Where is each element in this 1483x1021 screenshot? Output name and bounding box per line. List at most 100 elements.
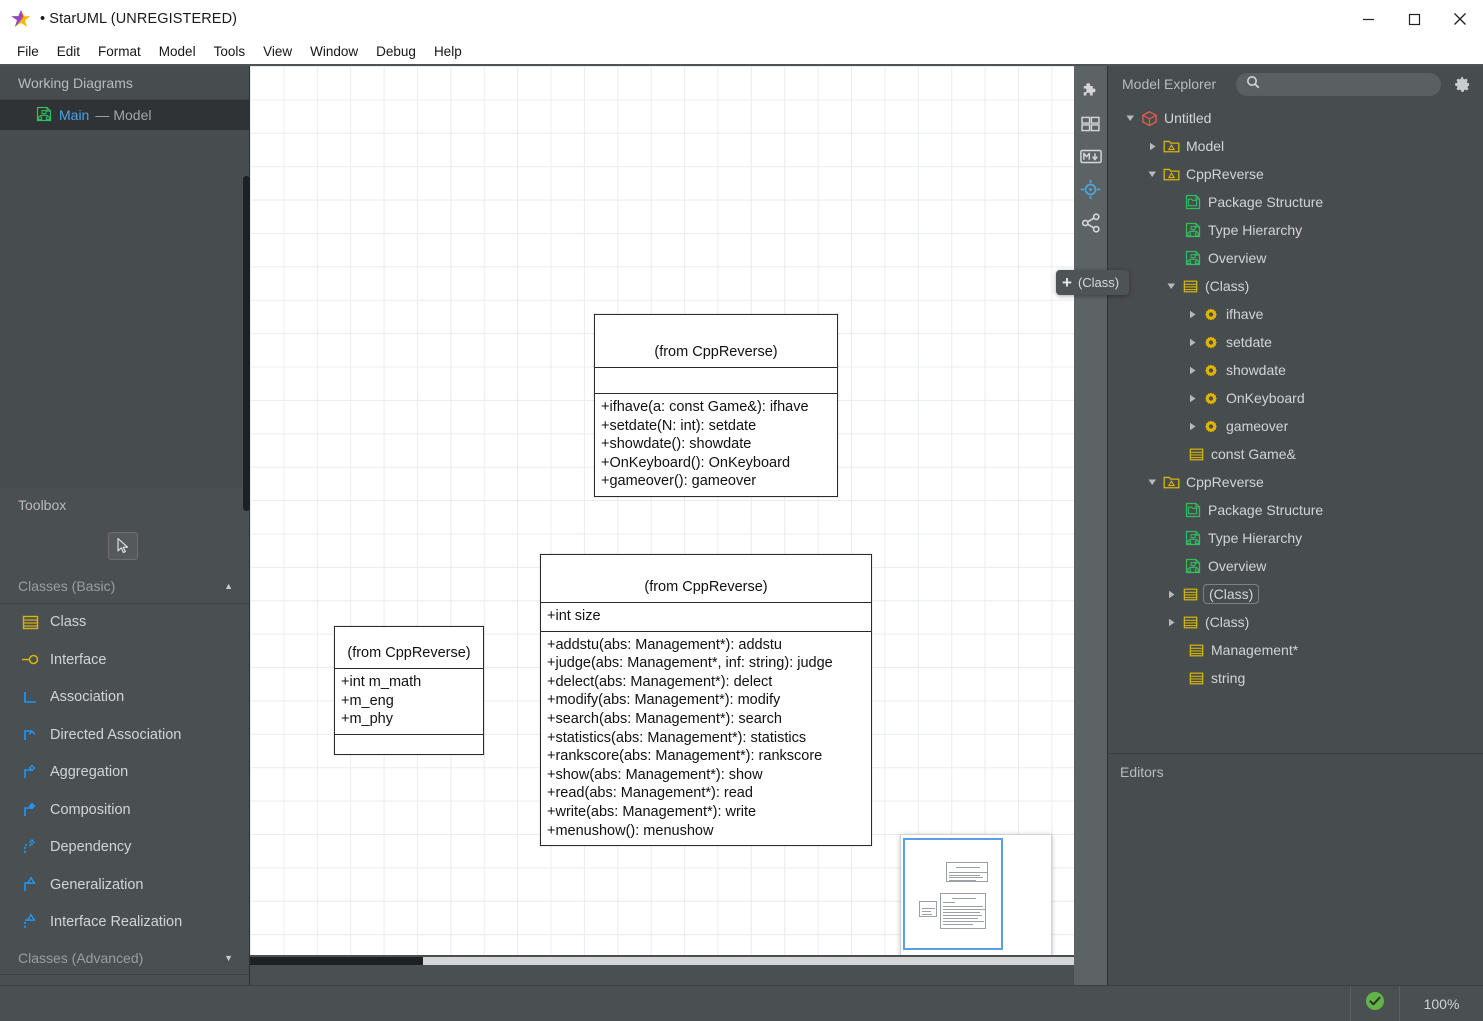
search-input[interactable] (1267, 77, 1431, 91)
class-operations-compartment: +ifhave(a: const Game&): ifhave +setdate… (595, 394, 837, 496)
chevron-down-icon: ▼ (224, 952, 233, 963)
operation-icon (1200, 419, 1222, 433)
chevron-down-icon[interactable] (1122, 114, 1138, 123)
diagram-item-main[interactable]: Main — Model (0, 100, 249, 130)
title-bar: • StarUML (UNREGISTERED) (0, 0, 1483, 38)
tree-node-management-ptr[interactable]: Management* (1108, 636, 1483, 664)
menu-model[interactable]: Model (150, 41, 205, 62)
chevron-right-icon[interactable] (1184, 338, 1200, 347)
class-icon (1179, 587, 1201, 602)
operation-row: +gameover(): gameover (601, 473, 757, 490)
tree-node-class-3[interactable]: (Class) (1108, 608, 1483, 636)
tree-node-package-structure-2[interactable]: Package Structure (1108, 496, 1483, 524)
tool-generalization[interactable]: Generalization (0, 866, 249, 904)
tree-node-label: Type Hierarchy (1208, 222, 1303, 238)
tree-node-onkeyboard[interactable]: OnKeyboard (1108, 384, 1483, 412)
target-crosshair-icon[interactable] (1074, 173, 1107, 206)
model-explorer-search[interactable] (1236, 72, 1441, 96)
tool-composition[interactable]: Composition (0, 791, 249, 829)
class-icon (1179, 615, 1201, 630)
menu-window[interactable]: Window (301, 41, 367, 62)
chevron-right-icon[interactable] (1163, 618, 1179, 627)
class-icon (1185, 643, 1207, 658)
chevron-right-icon[interactable] (1163, 590, 1179, 599)
tree-node-showdate[interactable]: showdate (1108, 356, 1483, 384)
diagram-canvas[interactable]: (from CppReverse) +ifhave(a: const Game&… (250, 66, 1074, 955)
class-from-package: (from CppReverse) (347, 645, 471, 661)
status-zoom-level[interactable]: 100% (1399, 985, 1483, 1021)
maximize-button[interactable] (1391, 0, 1437, 38)
chevron-down-icon[interactable] (1163, 282, 1179, 291)
tool-dependency[interactable]: Dependency (0, 829, 249, 867)
tool-directed-association[interactable]: Directed Association (0, 716, 249, 754)
menu-tools[interactable]: Tools (205, 41, 255, 62)
tree-node-const-game-ref[interactable]: const Game& (1108, 440, 1483, 468)
menu-view[interactable]: View (254, 41, 301, 62)
tree-node-label: CppReverse (1186, 474, 1264, 490)
chevron-right-icon[interactable] (1144, 142, 1160, 151)
tree-node-setdate[interactable]: setdate (1108, 328, 1483, 356)
tree-node-class-2[interactable]: (Class) (1108, 580, 1483, 608)
tool-interface-realization[interactable]: Interface Realization (0, 904, 249, 942)
operation-row: +statistics(abs: Management*): statistic… (547, 729, 807, 746)
markdown-icon[interactable] (1074, 140, 1107, 173)
cursor-arrow-icon[interactable] (108, 531, 138, 560)
chevron-down-icon[interactable] (1144, 478, 1160, 487)
tool-interface[interactable]: Interface (0, 641, 249, 679)
association-icon (16, 689, 44, 706)
tool-label: Interface Realization (50, 914, 183, 931)
tree-node-label: Package Structure (1208, 194, 1324, 210)
extension-puzzle-icon[interactable] (1074, 74, 1107, 107)
chevron-right-icon[interactable] (1184, 366, 1200, 375)
tool-association[interactable]: Association (0, 679, 249, 717)
tree-node-type-hierarchy-2[interactable]: Type Hierarchy (1108, 524, 1483, 552)
chevron-right-icon[interactable] (1184, 422, 1200, 431)
tree-node-cppreverse-1[interactable]: CppReverse (1108, 160, 1483, 188)
menu-help[interactable]: Help (425, 41, 471, 62)
tool-class[interactable]: Class (0, 604, 249, 642)
tree-node-model[interactable]: Model (1108, 132, 1483, 160)
tree-node-cppreverse-2[interactable]: CppReverse (1108, 468, 1483, 496)
uml-class-game[interactable]: (from CppReverse) +ifhave(a: const Game&… (594, 314, 838, 497)
tree-node-label: gameover (1226, 418, 1289, 434)
tree-node-package-structure-1[interactable]: Package Structure (1108, 188, 1483, 216)
toolbox-group-classes-advanced[interactable]: Classes (Advanced) ▼ (0, 941, 249, 975)
tree-node-label: ifhave (1226, 306, 1264, 322)
dependency-icon (16, 838, 44, 856)
uml-class-student[interactable]: (from CppReverse) +int m_math +m_eng +m_… (334, 626, 484, 755)
canvas-horizontal-scrollbar[interactable] (250, 957, 1074, 965)
close-button[interactable] (1437, 0, 1483, 38)
gear-icon[interactable] (1451, 76, 1473, 93)
tree-node-string[interactable]: string (1108, 664, 1483, 692)
tree-node-ifhave[interactable]: ifhave (1108, 300, 1483, 328)
chevron-right-icon[interactable] (1184, 310, 1200, 319)
tree-node-type-hierarchy-1[interactable]: Type Hierarchy (1108, 216, 1483, 244)
tree-node-class-1[interactable]: (Class) (1108, 272, 1483, 300)
toolbox-group-classes-basic[interactable]: Classes (Basic) ▲ (0, 569, 249, 604)
diagram-minimap[interactable] (900, 834, 1052, 955)
class-name-compartment: (from CppReverse) (595, 315, 837, 368)
chevron-down-icon[interactable] (1144, 170, 1160, 179)
menu-format[interactable]: Format (89, 41, 150, 62)
menu-bar: File Edit Format Model Tools View Window… (0, 38, 1483, 66)
tree-node-overview-1[interactable]: Overview (1108, 244, 1483, 272)
menu-debug[interactable]: Debug (367, 41, 425, 62)
uml-class-management[interactable]: (from CppReverse) +int size +addstu(abs:… (540, 554, 872, 847)
operation-row: +read(abs: Management*): read (547, 785, 753, 802)
tree-node-untitled[interactable]: Untitled (1108, 104, 1483, 132)
menu-edit[interactable]: Edit (48, 41, 89, 62)
tree-node-gameover[interactable]: gameover (1108, 412, 1483, 440)
status-check-cell[interactable] (1350, 985, 1399, 1021)
panels-grid-icon[interactable] (1074, 107, 1107, 140)
sidebar-empty-area (0, 130, 249, 488)
tree-node-overview-2[interactable]: Overview (1108, 552, 1483, 580)
menu-file[interactable]: File (8, 41, 48, 62)
empty-attributes (601, 372, 831, 388)
operation-row: +search(abs: Management*): search (547, 710, 782, 727)
chevron-right-icon[interactable] (1184, 394, 1200, 403)
tool-aggregation[interactable]: Aggregation (0, 754, 249, 792)
minimize-button[interactable] (1345, 0, 1391, 38)
toolbox-scrollbar-thumb[interactable] (243, 176, 250, 511)
share-network-icon[interactable] (1074, 206, 1107, 239)
horizontal-scroll-thumb[interactable] (250, 957, 424, 965)
